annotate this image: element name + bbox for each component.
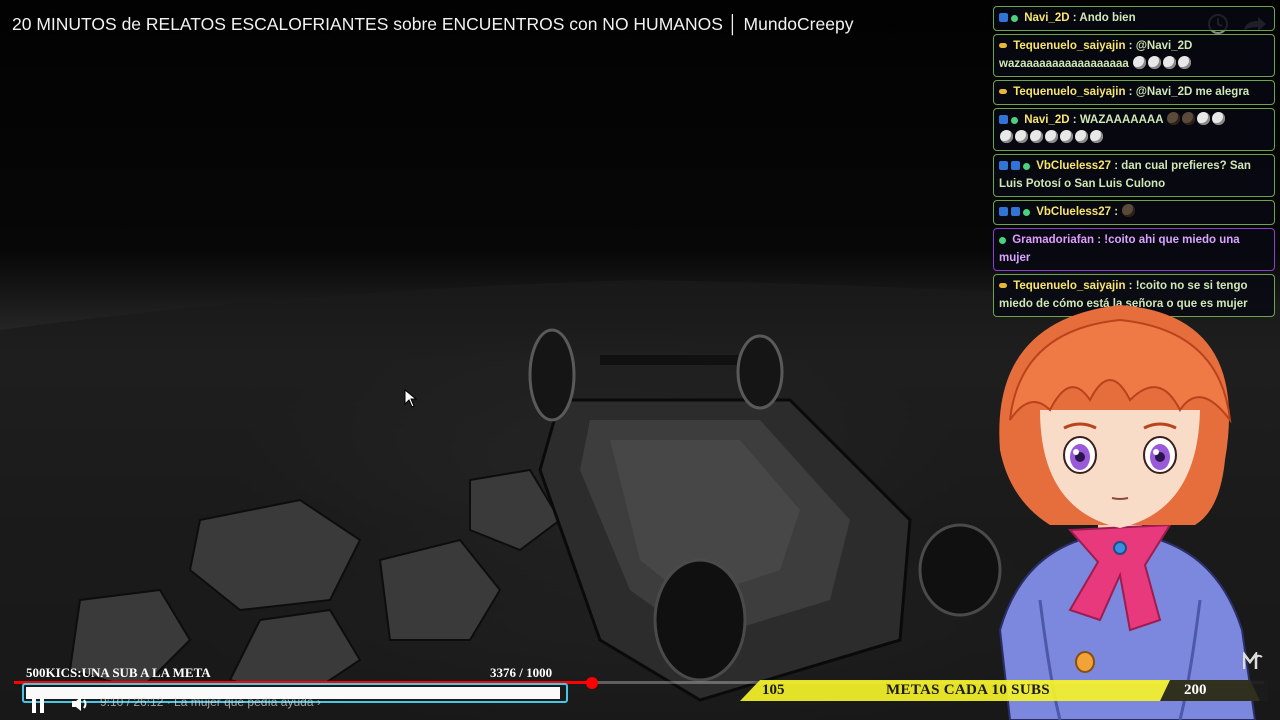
- chat-username: VbClueless27: [1036, 206, 1111, 218]
- emote-icon: [1167, 112, 1181, 125]
- video-title: 20 MINUTOS de RELATOS ESCALOFRIANTES sob…: [12, 14, 854, 34]
- ghost-emote-icon: [1075, 130, 1088, 143]
- badge-icon: [999, 13, 1008, 22]
- ghost-emote-icon: [1000, 130, 1013, 143]
- chat-username: Tequenuelo_saiyajin: [1013, 280, 1126, 292]
- chat-username: Navi_2D: [1024, 12, 1070, 24]
- ghost-emote-icon: [1133, 56, 1147, 69]
- badge-dot-icon: [1011, 117, 1018, 124]
- chat-message: Gramadoriafan : !coito ahi que miedo una…: [993, 228, 1275, 271]
- subs-goal-text: METAS CADA 10 SUBS: [886, 682, 1050, 698]
- chat-username: VbClueless27: [1036, 160, 1111, 172]
- chat-message: Navi_2D : WAZAAAAAAA: [993, 108, 1275, 151]
- pause-icon[interactable]: [30, 695, 48, 715]
- emote-icon: [1122, 204, 1136, 217]
- badge-dot-icon: [1023, 209, 1030, 216]
- ghost-emote-icon: [1060, 130, 1073, 143]
- goal-count: 3376 / 1000: [490, 665, 553, 680]
- chat-message: VbClueless27 : dan cual prefieres? San L…: [993, 154, 1275, 197]
- chat-text: : Ando bien: [1069, 12, 1136, 24]
- ghost-emote-icon: [1163, 56, 1177, 69]
- badge-icon: [999, 115, 1008, 124]
- badge-icon: [999, 283, 1007, 288]
- mouse-cursor-icon: [404, 389, 418, 408]
- badge-dot-icon: [1011, 15, 1018, 22]
- badge-icon: [999, 89, 1007, 94]
- chat-username: Navi_2D: [1024, 114, 1070, 126]
- ghost-emote-icon: [1015, 130, 1028, 143]
- badge-icon: [1011, 161, 1020, 170]
- ghost-emote-icon: [1197, 112, 1211, 125]
- video-progress-knob[interactable]: [585, 677, 598, 689]
- ghost-emote-icon: [1212, 112, 1226, 125]
- chat-message: VbClueless27 :: [993, 200, 1275, 225]
- ghost-emote-icon: [1030, 130, 1043, 143]
- badge-dot-icon: [1023, 163, 1030, 170]
- chat-text: : @Navi_2D me alegra: [1125, 86, 1250, 98]
- goal-label: 500KICS:UNA SUB A LA META: [26, 665, 211, 680]
- badge-dot-icon: [999, 237, 1006, 244]
- badge-icon: [999, 161, 1008, 170]
- emote-icon: [1182, 112, 1196, 125]
- subs-goal-end: 200: [1184, 682, 1207, 698]
- chat-message: Navi_2D : Ando bien: [993, 6, 1275, 31]
- badge-icon: [999, 207, 1008, 216]
- chat-text: :: [1111, 206, 1119, 218]
- badge-icon: [999, 43, 1007, 48]
- badge-icon: [1011, 207, 1020, 216]
- chat-overlay: Navi_2D : Ando bien Tequenuelo_saiyajin …: [993, 6, 1275, 320]
- ghost-emote-icon: [1148, 56, 1162, 69]
- ghost-emote-icon: [1090, 130, 1103, 143]
- timecode: 9:10 / 26:12 · La mujer que pedía ayuda …: [100, 695, 321, 709]
- chat-username: Tequenuelo_saiyajin: [1013, 86, 1126, 98]
- ghost-emote-icon: [1178, 56, 1192, 69]
- chat-message: Tequenuelo_saiyajin : @Navi_2D me alegra: [993, 80, 1275, 105]
- chat-username: Gramadoriafan: [1012, 234, 1095, 246]
- chat-username: Tequenuelo_saiyajin: [1013, 40, 1126, 52]
- vtuber-avatar: [998, 305, 1257, 720]
- ghost-emote-icon: [1045, 130, 1058, 143]
- channel-logo-icon: [1243, 652, 1263, 669]
- volume-icon[interactable]: [70, 696, 90, 712]
- chat-message: Tequenuelo_saiyajin : @Navi_2D wazaaaaaa…: [993, 34, 1275, 77]
- subs-goal-start: 105: [762, 682, 785, 698]
- chat-text: : WAZAAAAAAA: [1069, 114, 1164, 126]
